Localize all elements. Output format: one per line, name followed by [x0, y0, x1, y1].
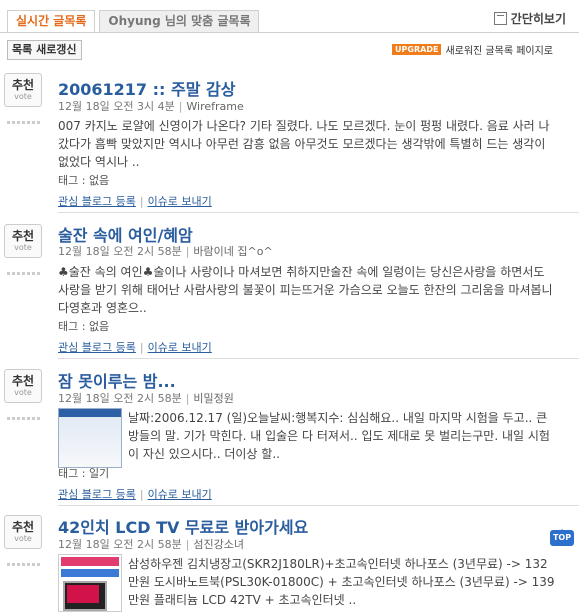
vote-label: 추천	[11, 520, 35, 534]
upgrade-link[interactable]: UPGRADE 새로워진 글목록 페이지로	[392, 42, 553, 57]
post-meta: 12월 18일 오전 2시 58분 | 섬진강소녀	[58, 538, 245, 551]
tab-custom[interactable]: Ohyung 님의 맞춤 글목록	[99, 10, 260, 32]
vote-label: 추천	[11, 78, 35, 92]
post-blog-name[interactable]: 바람이네 집^o^	[193, 245, 272, 258]
upgrade-text: 새로워진 글목록 페이지로	[445, 46, 553, 57]
tab-realtime[interactable]: 실시간 글목록	[7, 10, 96, 32]
send-issue-link[interactable]: 이슈로 보내기	[148, 195, 212, 208]
tab-bar: 실시간 글목록 Ohyung 님의 맞춤 글목록	[7, 10, 260, 32]
vote-sublabel: vote	[14, 92, 32, 101]
vote-button[interactable]: 추천 vote	[4, 369, 42, 403]
post-tag: 태그 : 없음	[58, 174, 110, 187]
post-divider	[58, 212, 579, 213]
refresh-list-button[interactable]: 목록 새로갱신	[7, 40, 82, 60]
post-actions: 관심 블로그 등록 | 이슈로 보내기	[58, 341, 212, 354]
post-meta: 12월 18일 오전 2시 58분 | 비밀정원	[58, 392, 234, 405]
post-excerpt: 007 카지노 로얄에 신영이가 나온다? 기타 질렸다. 나도 모르겠다. 눈…	[58, 119, 550, 169]
subscribe-blog-link[interactable]: 관심 블로그 등록	[58, 488, 136, 501]
post-excerpt: 삼성하우젠 김치냉장고(SKR2J180LR)+초고속인터넷 하나포스 (3년무…	[128, 557, 555, 607]
post-blog-name[interactable]: 비밀정원	[193, 392, 233, 405]
tab-divider	[0, 32, 579, 33]
vote-meter	[7, 563, 41, 566]
post-excerpt: ♣술잔 속의 여인♣술이나 사랑이나 마셔보면 취하지만술잔 속에 일렁이는 당…	[58, 265, 553, 315]
send-issue-link[interactable]: 이슈로 보내기	[148, 488, 212, 501]
post-title[interactable]: 20061217 :: 주말 감상	[58, 76, 235, 100]
vote-label: 추천	[11, 229, 35, 243]
vote-button[interactable]: 추천 vote	[4, 73, 42, 107]
subscribe-blog-link[interactable]: 관심 블로그 등록	[58, 341, 136, 354]
vote-sublabel: vote	[14, 243, 32, 252]
post-tag: 태그 : 일기	[58, 467, 110, 480]
vote-button[interactable]: 추천 vote	[4, 515, 42, 549]
post-actions: 관심 블로그 등록 | 이슈로 보내기	[58, 488, 212, 501]
post-tag: 태그 : 없음	[58, 320, 110, 333]
post-date: 12월 18일 오전 2시 58분	[58, 392, 182, 405]
post-date: 12월 18일 오전 2시 58분	[58, 245, 182, 258]
subscribe-blog-link[interactable]: 관심 블로그 등록	[58, 195, 136, 208]
upgrade-badge: UPGRADE	[392, 44, 442, 55]
post-thumbnail[interactable]	[58, 554, 122, 612]
vote-sublabel: vote	[14, 534, 32, 543]
vote-sublabel: vote	[14, 388, 32, 397]
post-title[interactable]: 잠 못이루는 밤...	[58, 368, 176, 392]
scroll-top-button[interactable]: TOP	[550, 529, 574, 546]
post-date: 12월 18일 오전 2시 58분	[58, 538, 182, 551]
post-divider	[58, 358, 579, 359]
post-blog-name[interactable]: Wireframe	[186, 100, 243, 113]
post-divider	[58, 505, 579, 506]
vote-meter	[7, 417, 41, 420]
vote-meter	[7, 121, 41, 124]
simple-view-button[interactable]: 간단히보기	[493, 10, 566, 27]
post-excerpt: 날짜:2006.12.17 (일)오늘날씨:행복지수: 심심해요.. 내일 마지…	[128, 411, 550, 461]
vote-label: 추천	[11, 374, 35, 388]
list-view-icon	[493, 12, 507, 25]
post-meta: 12월 18일 오전 2시 58분 | 바람이네 집^o^	[58, 245, 273, 258]
post-blog-name[interactable]: 섬진강소녀	[193, 538, 244, 551]
simple-view-label: 간단히보기	[510, 12, 566, 26]
post-date: 12월 18일 오전 3시 4분	[58, 100, 175, 113]
vote-meter	[7, 272, 41, 275]
post-title[interactable]: 42인치 LCD TV 무료로 받아가세요	[58, 514, 308, 538]
send-issue-link[interactable]: 이슈로 보내기	[148, 341, 212, 354]
vote-button[interactable]: 추천 vote	[4, 224, 42, 258]
post-meta: 12월 18일 오전 3시 4분 | Wireframe	[58, 100, 244, 113]
post-thumbnail[interactable]	[58, 408, 122, 468]
post-actions: 관심 블로그 등록 | 이슈로 보내기	[58, 195, 212, 208]
